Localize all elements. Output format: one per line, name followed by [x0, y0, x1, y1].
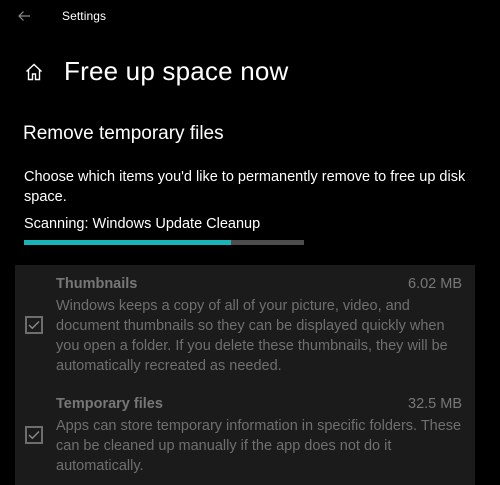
items-panel: Thumbnails 6.02 MB Windows keeps a copy … [15, 265, 475, 485]
home-button[interactable] [22, 60, 46, 84]
item-size: 32.5 MB [408, 396, 462, 412]
scan-progress-fill [24, 240, 232, 245]
item-name: Temporary files [56, 396, 163, 412]
temporary-files-checkbox[interactable] [25, 426, 43, 444]
back-arrow-icon [18, 11, 30, 21]
checkmark-icon [28, 431, 40, 440]
item-description: Apps can store temporary information in … [56, 418, 462, 474]
app-title: Settings [62, 9, 107, 23]
back-button[interactable] [12, 4, 36, 28]
list-item-temporary-files: Temporary files 32.5 MB Apps can store t… [15, 396, 475, 481]
section-description: Choose which items you'd like to permane… [24, 169, 466, 205]
thumbnails-checkbox[interactable] [25, 316, 43, 334]
section-title: Remove temporary files [23, 123, 224, 144]
home-icon [26, 63, 42, 80]
page-header: Free up space now [22, 56, 289, 87]
scan-progress-bar [24, 240, 304, 245]
checkmark-icon [28, 321, 40, 330]
item-name: Thumbnails [56, 276, 138, 292]
settings-window: Settings Free up space now Remove tempor… [0, 0, 500, 485]
page-title: Free up space now [64, 56, 289, 86]
item-description: Windows keeps a copy of all of your pict… [56, 298, 448, 374]
list-item-thumbnails: Thumbnails 6.02 MB Windows keeps a copy … [15, 276, 475, 381]
item-size: 6.02 MB [408, 276, 462, 292]
scan-status-text: Scanning: Windows Update Cleanup [24, 216, 261, 232]
title-bar: Settings [0, 0, 500, 32]
